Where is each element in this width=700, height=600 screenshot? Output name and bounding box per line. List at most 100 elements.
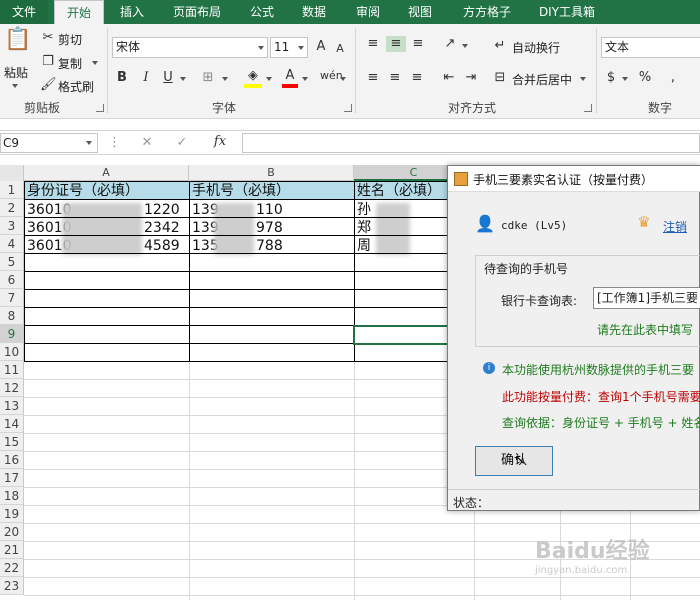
paste-button[interactable]: 粘贴	[4, 64, 28, 81]
row-header[interactable]: 19	[0, 505, 24, 523]
row-header[interactable]: 21	[0, 541, 24, 559]
row-header[interactable]: 5	[0, 253, 24, 271]
name-box-dropdown-icon[interactable]	[86, 141, 92, 145]
select-all-button[interactable]	[0, 165, 24, 181]
copy-icon[interactable]: ❐	[40, 54, 56, 70]
tab-file[interactable]: 文件	[0, 0, 48, 24]
align-center-icon[interactable]: ≡	[386, 70, 404, 86]
format-painter-button[interactable]: 格式刷	[58, 78, 94, 95]
format-painter-icon[interactable]: 🖌	[40, 77, 57, 93]
tab-diy-toolbox[interactable]: DIY工具箱	[532, 0, 602, 24]
align-left-icon[interactable]: ≡	[364, 70, 382, 86]
comma-style-icon[interactable]: ,	[666, 70, 680, 86]
cell-a1[interactable]: 身份证号（必填）	[25, 182, 189, 200]
insert-function-button[interactable]: fx	[210, 134, 230, 150]
row-header[interactable]: 7	[0, 289, 24, 307]
enter-icon[interactable]: ✓	[174, 135, 190, 151]
font-launcher-icon[interactable]	[344, 104, 352, 112]
tab-page-layout[interactable]: 页面布局	[164, 0, 230, 24]
name-box[interactable]: C9	[0, 133, 98, 153]
tab-home[interactable]: 开始	[54, 0, 104, 24]
italic-icon[interactable]: I	[138, 70, 154, 86]
decrease-indent-icon[interactable]: ⇤	[440, 70, 458, 86]
fill-color-icon[interactable]: ◈	[244, 68, 262, 84]
row-header[interactable]: 15	[0, 433, 24, 451]
row-header[interactable]: 11	[0, 361, 24, 379]
percent-icon[interactable]: %	[638, 70, 652, 86]
row-header[interactable]: 20	[0, 523, 24, 541]
paste-dropdown-icon[interactable]	[12, 84, 18, 88]
copy-button[interactable]: 复制	[58, 55, 82, 72]
tab-review[interactable]: 审阅	[346, 0, 390, 24]
borders-dropdown-icon[interactable]	[222, 77, 228, 81]
orientation-dropdown-icon[interactable]	[462, 44, 468, 48]
row-header[interactable]: 23	[0, 577, 24, 595]
logout-link[interactable]: 注销	[663, 218, 687, 235]
tab-data[interactable]: 数据	[292, 0, 336, 24]
cancel-icon[interactable]: ✕	[139, 135, 155, 151]
row-header[interactable]: 3	[0, 217, 24, 235]
selected-cell-c9[interactable]	[353, 325, 449, 345]
merge-center-button[interactable]: 合并后居中	[512, 71, 572, 88]
alignment-launcher-icon[interactable]	[584, 104, 592, 112]
tab-fangfang[interactable]: 方方格子	[452, 0, 522, 24]
clipboard-launcher-icon[interactable]	[96, 104, 104, 112]
cell-b1[interactable]: 手机号（必填）	[190, 182, 354, 200]
paste-icon[interactable]: 📋	[4, 29, 31, 58]
dialog-title-bar[interactable]: 手机三要素实名认证（按量付费）	[448, 166, 700, 192]
phonetic-dropdown-icon[interactable]	[340, 77, 346, 81]
row-header[interactable]: 12	[0, 379, 24, 397]
increase-font-size-icon[interactable]: A	[313, 39, 329, 55]
row-header[interactable]: 1	[0, 181, 24, 199]
cut-button[interactable]: 剪切	[58, 31, 82, 48]
font-size-dropdown-icon[interactable]	[298, 46, 304, 50]
wrap-text-icon[interactable]: ↵	[492, 38, 508, 54]
row-header[interactable]: 14	[0, 415, 24, 433]
column-header-b[interactable]: B	[189, 165, 354, 181]
underline-icon[interactable]: U	[160, 70, 176, 86]
row-header[interactable]: 16	[0, 451, 24, 469]
currency-icon[interactable]: $	[604, 70, 618, 86]
align-top-icon[interactable]: ≡	[364, 36, 382, 52]
bank-table-input[interactable]: [工作簿1]手机三要	[593, 287, 700, 309]
align-bottom-icon[interactable]: ≡	[409, 36, 427, 52]
increase-indent-icon[interactable]: ⇥	[462, 70, 480, 86]
row-header[interactable]: 4	[0, 235, 24, 253]
decrease-font-size-icon[interactable]: A	[333, 41, 347, 57]
currency-dropdown-icon[interactable]	[622, 77, 628, 81]
align-right-icon[interactable]: ≡	[408, 70, 426, 86]
font-color-dropdown-icon[interactable]	[302, 77, 308, 81]
tab-view[interactable]: 视图	[398, 0, 442, 24]
font-name-dropdown-icon[interactable]	[258, 46, 264, 50]
row-header[interactable]: 9	[0, 325, 24, 343]
bold-icon[interactable]: B	[114, 70, 130, 86]
merge-center-icon[interactable]: ⊟	[492, 70, 508, 86]
cell-c1[interactable]: 姓名（必填）	[355, 182, 447, 200]
phonetic-icon[interactable]: wén	[320, 68, 343, 84]
orientation-icon[interactable]: ↗	[440, 36, 460, 52]
row-header[interactable]: 2	[0, 199, 24, 217]
row-header[interactable]: 6	[0, 271, 24, 289]
underline-dropdown-icon[interactable]	[180, 77, 186, 81]
tab-formulas[interactable]: 公式	[240, 0, 284, 24]
wrap-text-button[interactable]: 自动换行	[512, 39, 560, 56]
row-header[interactable]: 22	[0, 559, 24, 577]
font-color-icon[interactable]: A	[282, 68, 298, 84]
row-header[interactable]: 10	[0, 343, 24, 361]
column-header-a[interactable]: A	[24, 165, 189, 181]
row-header[interactable]: 8	[0, 307, 24, 325]
copy-dropdown-icon[interactable]	[92, 61, 98, 65]
formula-input[interactable]	[242, 133, 700, 153]
tab-insert[interactable]: 插入	[110, 0, 154, 24]
font-name-select[interactable]: 宋体	[112, 37, 268, 58]
row-header[interactable]: 17	[0, 469, 24, 487]
scissors-icon[interactable]: ✂	[40, 30, 56, 46]
merge-center-dropdown-icon[interactable]	[580, 77, 586, 81]
row-header[interactable]: 18	[0, 487, 24, 505]
row-header[interactable]: 13	[0, 397, 24, 415]
number-format-select[interactable]: 文本	[601, 37, 700, 58]
fill-color-dropdown-icon[interactable]	[266, 77, 272, 81]
align-middle-icon[interactable]: ≡	[386, 36, 406, 52]
formula-bar-more-icon[interactable]: ⋮	[108, 135, 121, 151]
borders-icon[interactable]: ⊞	[200, 70, 216, 86]
